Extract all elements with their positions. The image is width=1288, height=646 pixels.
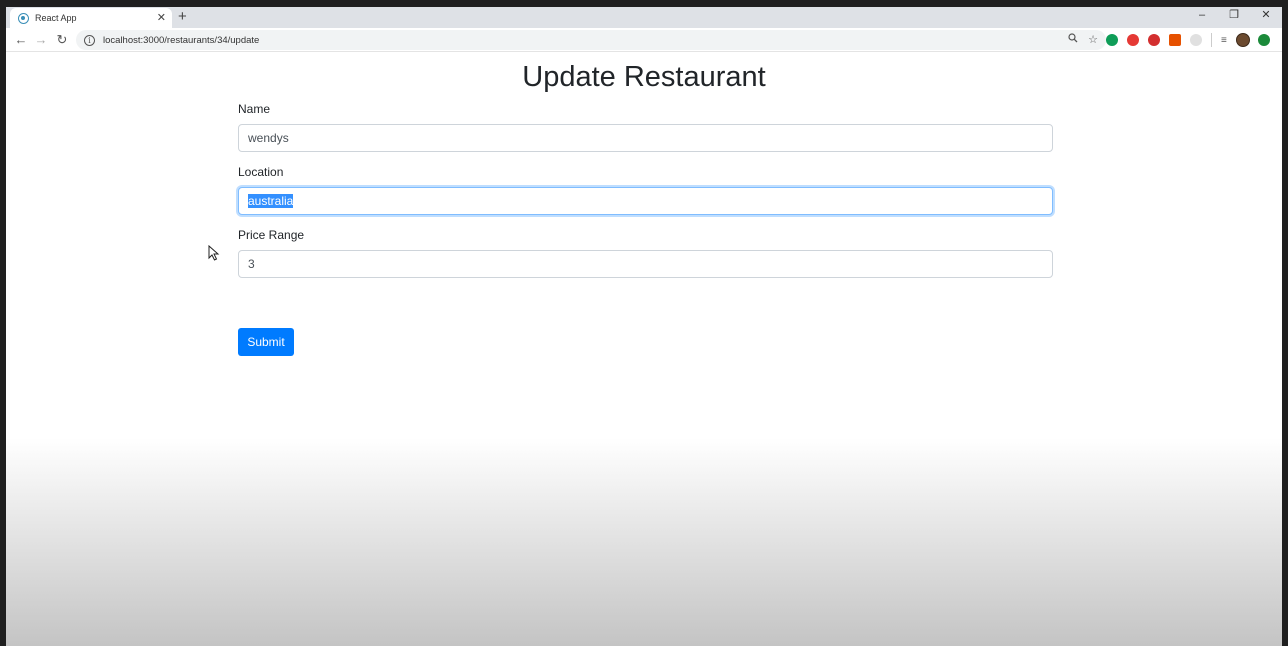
name-input[interactable]: wendys	[238, 124, 1053, 152]
location-input[interactable]: australia	[238, 187, 1053, 215]
extension-orange-icon[interactable]	[1169, 34, 1181, 46]
minimize-button[interactable]: –	[1186, 7, 1218, 25]
browser-window: React App ✕ + – ❐ ✕ ← → ↻ i localhost:30…	[6, 7, 1282, 646]
tab-strip: React App ✕ + – ❐ ✕	[6, 7, 1282, 28]
forward-button[interactable]: →	[32, 31, 50, 49]
page-content: Update Restaurant Name wendys Location a…	[6, 53, 1282, 646]
submit-button[interactable]: Submit	[238, 328, 294, 356]
react-favicon-icon	[18, 12, 29, 24]
address-bar[interactable]: i localhost:3000/restaurants/34/update ☆	[76, 30, 1106, 50]
page-title: Update Restaurant	[522, 61, 766, 93]
reload-button[interactable]: ↻	[53, 31, 71, 49]
star-icon[interactable]: ☆	[1088, 30, 1098, 50]
price-range-label: Price Range	[238, 228, 305, 242]
extensions-bar: ≡	[1106, 31, 1279, 49]
back-button[interactable]: ←	[12, 31, 30, 49]
extension-update-icon[interactable]	[1257, 34, 1270, 46]
tab-close-icon[interactable]: ✕	[157, 11, 166, 25]
mouse-cursor-icon	[208, 245, 220, 261]
extension-gray-icon[interactable]	[1190, 34, 1202, 46]
location-label: Location	[238, 165, 284, 179]
name-label: Name	[238, 102, 271, 116]
price-range-input[interactable]: 3	[238, 250, 1053, 278]
zoom-icon[interactable]	[1068, 30, 1078, 50]
adblock-icon[interactable]	[1148, 34, 1160, 46]
location-input-selected-text: australia	[248, 194, 294, 208]
browser-toolbar: ← → ↻ i localhost:3000/restaurants/34/up…	[6, 28, 1282, 52]
close-window-button[interactable]: ✕	[1250, 7, 1282, 25]
info-icon[interactable]: i	[84, 34, 95, 46]
extension-green-icon[interactable]	[1106, 34, 1118, 46]
tab-react-app[interactable]: React App ✕	[10, 8, 172, 28]
url-text: localhost:3000/restaurants/34/update	[103, 34, 260, 46]
avatar[interactable]	[1235, 33, 1250, 47]
omnibox-actions: ☆	[1068, 30, 1098, 50]
reading-list-icon[interactable]: ≡	[1221, 35, 1227, 46]
new-tab-button[interactable]: +	[178, 8, 187, 26]
toolbar-divider	[1211, 33, 1212, 47]
tab-title: React App	[35, 13, 77, 23]
window-controls: – ❐ ✕	[1186, 7, 1282, 25]
restore-button[interactable]: ❐	[1218, 7, 1250, 25]
extension-red-icon[interactable]	[1127, 34, 1139, 46]
